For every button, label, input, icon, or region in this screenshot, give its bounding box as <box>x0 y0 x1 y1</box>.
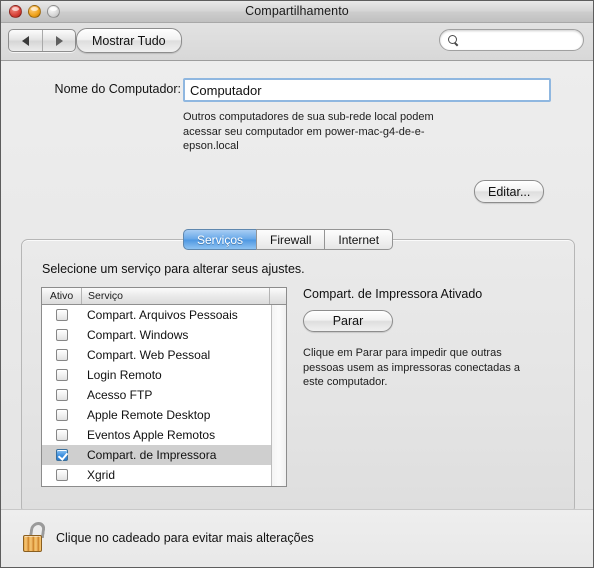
lock-bar: Clique no cadeado para evitar mais alter… <box>1 509 593 567</box>
service-checkbox[interactable] <box>56 469 68 481</box>
service-checkbox-cell[interactable] <box>42 389 82 401</box>
column-header-ativo[interactable]: Ativo <box>42 288 82 304</box>
services-table-scrollbar[interactable] <box>271 305 286 486</box>
computer-name-label: Nome do Computador: <box>54 82 181 96</box>
search-input[interactable] <box>464 34 574 46</box>
forward-arrow-icon <box>55 35 63 46</box>
window-title: Compartilhamento <box>245 4 349 18</box>
lock-instruction-text: Clique no cadeado para evitar mais alter… <box>56 531 314 545</box>
service-checkbox-cell[interactable] <box>42 369 82 381</box>
computer-name-help-text: Outros computadores de sua sub-rede loca… <box>183 111 434 152</box>
table-row[interactable]: Login Remoto <box>42 365 271 385</box>
table-row[interactable]: Acesso FTP <box>42 385 271 405</box>
service-checkbox-cell[interactable] <box>42 409 82 421</box>
table-row[interactable]: Compart. Windows <box>42 325 271 345</box>
service-checkbox-cell[interactable] <box>42 349 82 361</box>
service-name: Acesso FTP <box>87 388 153 402</box>
computer-name-input[interactable] <box>183 78 551 102</box>
service-checkbox-cell[interactable] <box>42 449 82 461</box>
table-row[interactable]: Compart. Arquivos Pessoais <box>42 305 271 325</box>
tab-internet[interactable]: Internet <box>324 229 394 250</box>
column-header-spacer <box>270 288 286 304</box>
service-status-title: Compart. de Impressora Ativado <box>303 287 483 301</box>
service-description: Clique em Parar para impedir que outras … <box>303 347 521 388</box>
show-all-button[interactable]: Mostrar Tudo <box>76 28 182 53</box>
service-checkbox-cell[interactable] <box>42 309 82 321</box>
back-button[interactable] <box>9 30 42 51</box>
service-checkbox[interactable] <box>56 409 68 421</box>
service-name: Eventos Apple Remotos <box>87 428 216 442</box>
service-checkbox[interactable] <box>56 389 68 401</box>
service-checkbox-cell[interactable] <box>42 429 82 441</box>
edit-button[interactable]: Editar... <box>474 180 545 203</box>
table-row[interactable]: Apple Remote Desktop <box>42 405 271 425</box>
table-row[interactable]: Xgrid <box>42 465 271 485</box>
tab-servicos[interactable]: Serviços <box>183 229 257 250</box>
service-name: Xgrid <box>87 468 116 482</box>
padlock-body <box>23 535 42 552</box>
service-checkbox[interactable] <box>56 329 68 341</box>
service-name: Compart. Web Pessoal <box>87 348 211 362</box>
services-instruction: Selecione um serviço para alterar seus a… <box>42 262 305 276</box>
service-name: Compart. de Impressora <box>87 448 217 462</box>
services-table-body: Compart. Arquivos Pessoais Compart. Wind… <box>42 305 286 486</box>
toolbar: Mostrar Tudo <box>1 23 593 61</box>
table-row[interactable]: Compart. Web Pessoal <box>42 345 271 365</box>
service-checkbox-cell[interactable] <box>42 469 82 481</box>
service-name: Compart. Arquivos Pessoais <box>87 308 238 322</box>
preference-pane-content: Nome do Computador: Outros computadores … <box>1 61 593 567</box>
service-checkbox[interactable] <box>56 429 68 441</box>
service-checkbox[interactable] <box>56 309 68 321</box>
column-header-servico[interactable]: Serviço <box>82 288 270 304</box>
services-table-header: Ativo Serviço <box>42 288 286 305</box>
table-row-selected[interactable]: Compart. de Impressora <box>42 445 271 465</box>
system-preferences-window: Compartilhamento Mostrar Tudo Nome do Co… <box>0 0 594 568</box>
service-checkbox[interactable] <box>56 349 68 361</box>
forward-button[interactable] <box>42 30 75 51</box>
navigation-segmented-control <box>8 29 76 52</box>
search-field[interactable] <box>439 29 584 51</box>
tab-firewall[interactable]: Firewall <box>256 229 325 250</box>
services-groupbox: Selecione um serviço para alterar seus a… <box>21 239 575 514</box>
service-checkbox-checked[interactable] <box>56 449 68 461</box>
service-name: Login Remoto <box>87 368 162 382</box>
service-checkbox[interactable] <box>56 369 68 381</box>
stop-service-button[interactable]: Parar <box>303 310 393 332</box>
search-icon <box>448 34 459 46</box>
service-name: Apple Remote Desktop <box>87 408 211 422</box>
pane-tabs: Serviços Firewall Internet <box>183 229 394 250</box>
services-table: Ativo Serviço Compart. Arquivos Pessoais <box>41 287 287 487</box>
back-arrow-icon <box>22 35 29 46</box>
unlocked-padlock-icon[interactable] <box>23 522 49 554</box>
window-titlebar: Compartilhamento <box>1 1 593 23</box>
table-row[interactable]: Eventos Apple Remotos <box>42 425 271 445</box>
service-name: Compart. Windows <box>87 328 189 342</box>
service-checkbox-cell[interactable] <box>42 329 82 341</box>
computer-name-row: Nome do Computador: <box>1 78 593 104</box>
